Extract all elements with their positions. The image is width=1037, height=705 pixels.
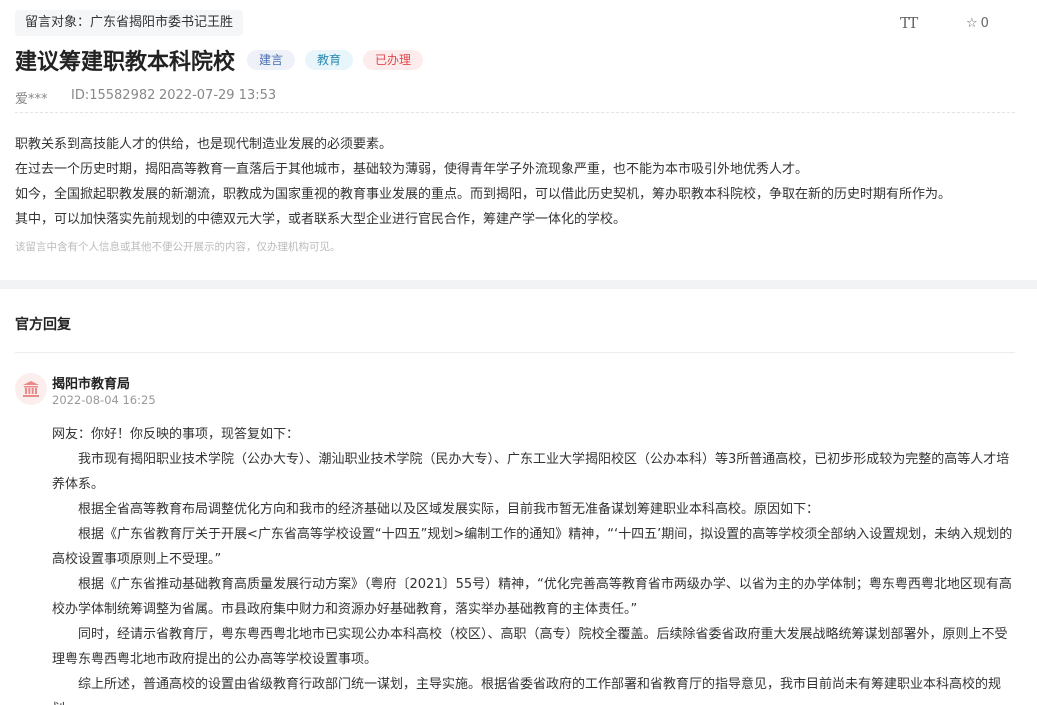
message-meta: 爱*** ID:15582982 2022-07-29 13:53 (15, 88, 276, 107)
reply-datetime: 2022-08-04 16:25 (52, 393, 156, 407)
reply-paragraph: 我市现有揭阳职业技术学院（公办大专）、潮汕职业技术学院（民办大专）、广东工业大学… (52, 452, 1010, 492)
reply-paragraph: 同时，经请示省教育厅，粤东粤西粤北地市已实现公办本科高校（校区）、高职（高专）院… (52, 627, 1008, 667)
message-line: 其中，可以加快落实先前规划的中德双元大学，或者联系大型企业进行官民合作，筹建产学… (15, 212, 627, 227)
reply-body: 网友：你好！你反映的事项，现答复如下： 我市现有揭阳职业技术学院（公办大专）、潮… (52, 422, 1020, 705)
reply-paragraph: 根据《广东省推动基础教育高质量发展行动方案》（粤府〔2021〕55号）精神，“优… (52, 577, 1012, 617)
author-name: 爱*** (15, 92, 48, 107)
privacy-notice: 该留言中含有个人信息或其他不便公开展示的内容，仅办理机构可见。 (15, 241, 341, 253)
message-line: 在过去一个历史时期，揭阳高等教育一直落后于其他城市，基础较为薄弱，使得青年学子外… (15, 162, 809, 177)
page-title: 建议筹建职教本科院校 (15, 50, 236, 75)
message-line: 职教关系到高技能人才的供给，也是现代制造业发展的必须要素。 (15, 137, 393, 152)
reply-organization: 揭阳市教育局 (52, 377, 131, 392)
badge-suggestion: 建言 (247, 50, 296, 70)
government-building-icon (15, 373, 47, 405)
reply-greeting: 网友：你好！你反映的事项，现答复如下： (52, 427, 300, 442)
divider (15, 352, 1015, 353)
title-row: 建议筹建职教本科院校 建言 教育 已办理 (15, 44, 424, 76)
reply-paragraph: 根据全省高等教育布局调整优化方向和我市的经济基础以及区域发展实际，目前我市暂无准… (78, 502, 820, 517)
divider (15, 112, 1015, 113)
badge-education: 教育 (305, 50, 354, 70)
message-card: 留言对象：广东省揭阳市委书记王胜 TT ☆ 0 建议筹建职教本科院校 建言 教育… (0, 0, 1037, 280)
section-separator (0, 280, 1037, 289)
font-size-icon[interactable]: TT (900, 14, 918, 32)
message-datetime: 2022-07-29 13:53 (159, 88, 277, 103)
message-id: ID:15582982 (71, 88, 156, 103)
message-target-tag: 留言对象：广东省揭阳市委书记王胜 (15, 10, 244, 36)
reply-paragraph: 根据《广东省教育厅关于开展<广东省高等学校设置“十四五”规划>编制工作的通知》精… (52, 527, 1013, 567)
official-reply-heading: 官方回复 (15, 317, 71, 333)
badge-status-done: 已办理 (363, 50, 424, 70)
message-line: 如今，全国掀起职教发展的新潮流，职教成为国家重视的教育事业发展的重点。而到揭阳，… (15, 187, 952, 202)
message-body: 职教关系到高技能人才的供给，也是现代制造业发展的必须要素。 在过去一个历史时期，… (15, 132, 1025, 232)
favorite-button[interactable]: ☆ 0 (966, 16, 989, 31)
favorite-count: 0 (980, 16, 989, 31)
reply-paragraph: 综上所述，普通高校的设置由省级教育行政部门统一谋划，主导实施。根据省委省政府的工… (52, 677, 1002, 705)
star-outline-icon: ☆ (966, 16, 978, 31)
